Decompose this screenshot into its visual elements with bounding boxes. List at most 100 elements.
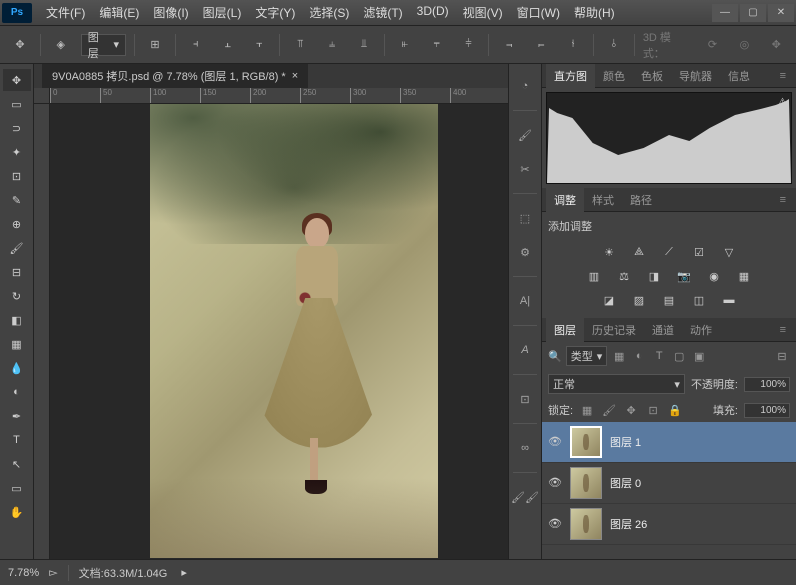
distribute-3-icon[interactable]: ⫩ <box>457 33 481 57</box>
channel-mixer-icon[interactable]: ◉ <box>704 268 724 284</box>
photo-filter-icon[interactable]: 📷 <box>674 268 694 284</box>
auto-select-dropdown[interactable]: 图层▾ <box>81 34 126 56</box>
layer-name[interactable]: 图层 1 <box>610 434 641 450</box>
move-tool[interactable]: ✥ <box>3 69 31 91</box>
bw-icon[interactable]: ◨ <box>644 268 664 284</box>
hue-icon[interactable]: ▥ <box>584 268 604 284</box>
move-tool-icon[interactable]: ✥ <box>8 33 32 57</box>
exposure-icon[interactable]: ☑ <box>689 244 709 260</box>
type-tool[interactable]: T <box>3 429 31 451</box>
tab-color[interactable]: 颜色 <box>595 64 633 88</box>
vibrance-icon[interactable]: ▽ <box>719 244 739 260</box>
layer-filter-dropdown[interactable]: 类型▾ <box>566 346 608 366</box>
character-icon[interactable]: A| <box>511 287 539 315</box>
align-center-h-icon[interactable]: ⫠ <box>216 33 240 57</box>
tab-actions[interactable]: 动作 <box>682 318 720 342</box>
layer-thumbnail[interactable] <box>570 426 602 458</box>
brushes-icon[interactable]: 🖌 <box>511 121 539 149</box>
tab-styles[interactable]: 样式 <box>584 188 622 212</box>
visibility-icon[interactable]: 👁 <box>548 435 562 449</box>
colorpicker-icon[interactable]: ◔ <box>511 72 539 100</box>
layer-item[interactable]: 👁 图层 0 <box>542 463 796 504</box>
menu-view[interactable]: 视图(V) <box>457 1 509 24</box>
panel-menu-icon[interactable]: ≡ <box>774 194 792 206</box>
eraser-tool[interactable]: ◧ <box>3 309 31 331</box>
lock-transparent-icon[interactable]: ▦ <box>579 402 595 418</box>
healing-tool[interactable]: ⊕ <box>3 213 31 235</box>
blur-tool[interactable]: 💧 <box>3 357 31 379</box>
distribute-6-icon[interactable]: ⫮ <box>561 33 585 57</box>
menu-file[interactable]: 文件(F) <box>40 1 91 24</box>
layer-item[interactable]: 👁 图层 1 <box>542 422 796 463</box>
gradient-tool[interactable]: ▦ <box>3 333 31 355</box>
lock-all-icon[interactable]: 🔒 <box>667 402 683 418</box>
pen-tool[interactable]: ✒ <box>3 405 31 427</box>
opacity-input[interactable]: 100% <box>744 377 790 392</box>
path-select-tool[interactable]: ↖ <box>3 453 31 475</box>
tab-info[interactable]: 信息 <box>720 64 758 88</box>
brightness-icon[interactable]: ☀ <box>599 244 619 260</box>
cc-libraries-icon[interactable]: ∞ <box>511 434 539 462</box>
distribute-4-icon[interactable]: ⫬ <box>497 33 521 57</box>
posterize-icon[interactable]: ▨ <box>629 292 649 308</box>
menu-filter[interactable]: 滤镜(T) <box>357 1 408 24</box>
color-balance-icon[interactable]: ⚖ <box>614 268 634 284</box>
curves-icon[interactable]: ⟋ <box>659 244 679 260</box>
tab-navigator[interactable]: 导航器 <box>671 64 720 88</box>
threshold-icon[interactable]: ▤ <box>659 292 679 308</box>
eyedropper-tool[interactable]: ✎ <box>3 189 31 211</box>
align-center-v-icon[interactable]: ⫨ <box>320 33 344 57</box>
filter-shape-icon[interactable]: ▢ <box>671 348 687 364</box>
levels-icon[interactable]: ⟁ <box>629 244 649 260</box>
fill-input[interactable]: 100% <box>744 403 790 418</box>
filter-smart-icon[interactable]: ▣ <box>691 348 707 364</box>
magic-wand-tool[interactable]: ✦ <box>3 141 31 163</box>
marquee-tool[interactable]: ▭ <box>3 93 31 115</box>
stamp-tool[interactable]: ⊟ <box>3 261 31 283</box>
history-brush-tool[interactable]: ↻ <box>3 285 31 307</box>
layer-item[interactable]: 👁 图层 26 <box>542 504 796 545</box>
hand-tool[interactable]: ✋ <box>3 501 31 523</box>
panel-menu-icon[interactable]: ≡ <box>774 70 792 82</box>
filter-toggle-icon[interactable]: ⊟ <box>774 348 790 364</box>
lock-image-icon[interactable]: 🖌 <box>601 402 617 418</box>
tab-channels[interactable]: 通道 <box>644 318 682 342</box>
crop-tool[interactable]: ⊡ <box>3 165 31 187</box>
menu-image[interactable]: 图像(I) <box>147 1 194 24</box>
distribute-h-icon[interactable]: ⫦ <box>393 33 417 57</box>
brush-presets-icon[interactable]: 🖌🖌 <box>511 483 539 511</box>
layer-name[interactable]: 图层 0 <box>610 475 641 491</box>
tab-history[interactable]: 历史记录 <box>584 318 644 342</box>
filter-pixel-icon[interactable]: ▦ <box>611 348 627 364</box>
layer-name[interactable]: 图层 26 <box>610 516 647 532</box>
maximize-button[interactable]: ▢ <box>740 4 766 22</box>
glyphs-icon[interactable]: A <box>511 336 539 364</box>
filter-type-icon[interactable]: T <box>651 348 667 364</box>
close-tab-icon[interactable]: × <box>292 70 298 82</box>
auto-select-icon[interactable]: ◈ <box>49 33 73 57</box>
menu-help[interactable]: 帮助(H) <box>568 1 621 24</box>
color-lookup-icon[interactable]: ▦ <box>734 268 754 284</box>
menu-type[interactable]: 文字(Y) <box>249 1 301 24</box>
layer-thumbnail[interactable] <box>570 508 602 540</box>
lasso-tool[interactable]: ⊃ <box>3 117 31 139</box>
measure-icon[interactable]: ⊡ <box>511 385 539 413</box>
menu-edit[interactable]: 编辑(E) <box>93 1 145 24</box>
tool-presets-icon[interactable]: ✂ <box>511 155 539 183</box>
visibility-icon[interactable]: 👁 <box>548 476 562 490</box>
panel-menu-icon[interactable]: ≡ <box>774 324 792 336</box>
chevron-right-icon[interactable]: ▸ <box>181 566 187 579</box>
align-top-icon[interactable]: ⫪ <box>288 33 312 57</box>
gradient-map-icon[interactable]: ▬ <box>719 292 739 308</box>
menu-select[interactable]: 选择(S) <box>303 1 355 24</box>
tab-histogram[interactable]: 直方图 <box>546 64 595 88</box>
blend-mode-dropdown[interactable]: 正常▾ <box>548 374 685 394</box>
minimize-button[interactable]: — <box>712 4 738 22</box>
align-left-icon[interactable]: ⫞ <box>184 33 208 57</box>
align-bottom-icon[interactable]: ⫫ <box>352 33 376 57</box>
brush-tool[interactable]: 🖌 <box>3 237 31 259</box>
properties-icon[interactable]: ⚙ <box>511 238 539 266</box>
layer-thumbnail[interactable] <box>570 467 602 499</box>
menu-layer[interactable]: 图层(L) <box>197 1 248 24</box>
selective-color-icon[interactable]: ◫ <box>689 292 709 308</box>
